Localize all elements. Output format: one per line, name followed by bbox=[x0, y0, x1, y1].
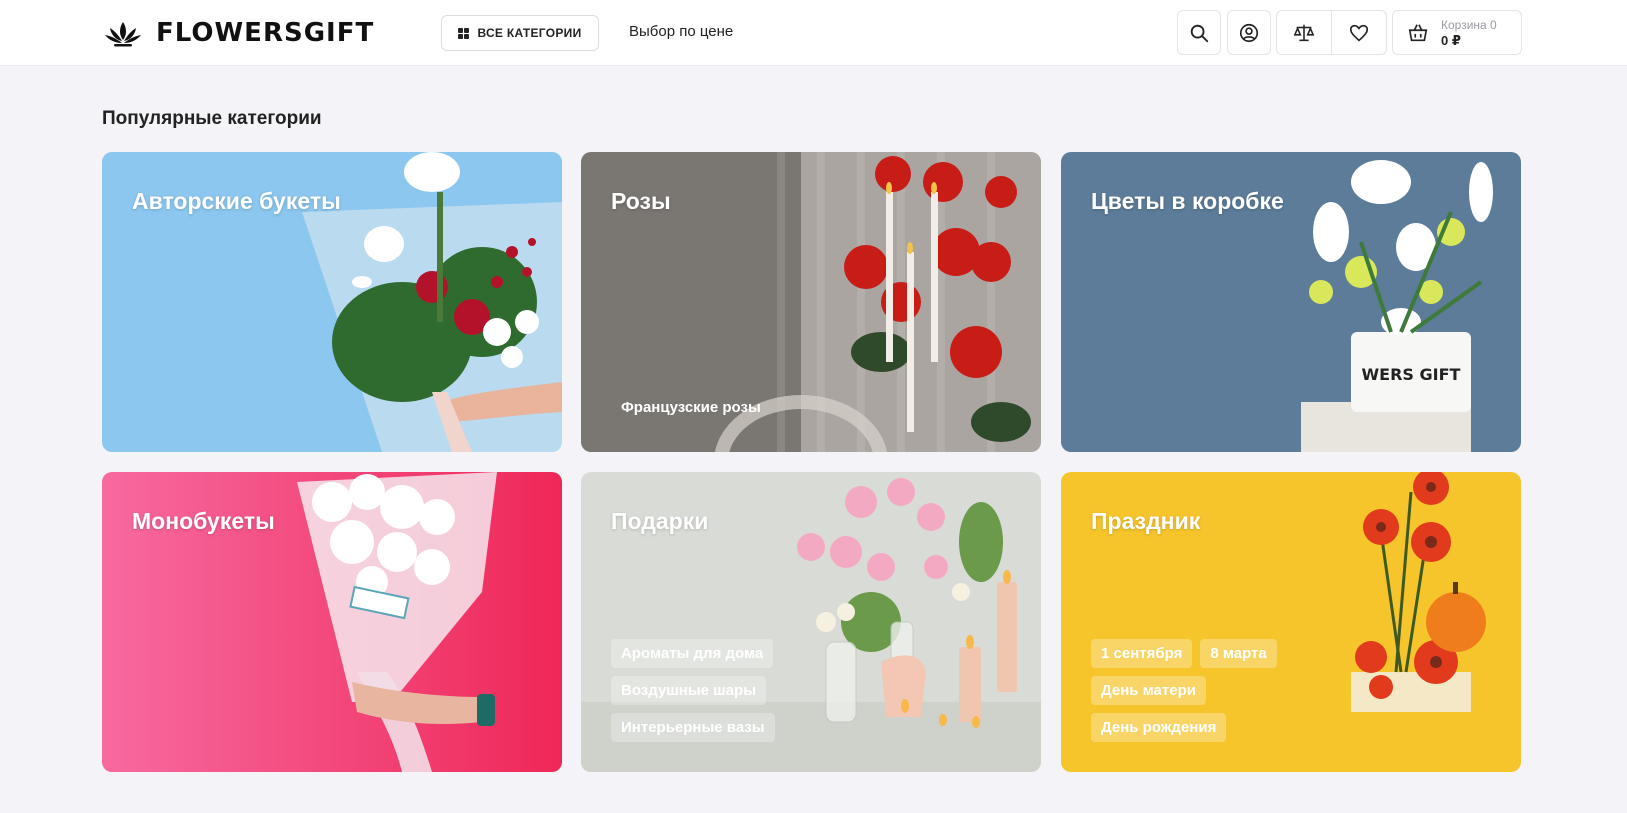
tag-balloons[interactable]: Воздушные шары bbox=[611, 676, 766, 705]
search-button[interactable] bbox=[1177, 10, 1221, 55]
tile-title: Монобукеты bbox=[132, 508, 275, 534]
all-categories-label: ВСЕ КАТЕГОРИИ bbox=[477, 26, 582, 40]
category-tile-author-bouquets[interactable]: Авторские букеты bbox=[102, 152, 562, 452]
tag-march-8[interactable]: 8 марта bbox=[1200, 639, 1277, 668]
cart-button[interactable]: Корзина 0 0 ₽ bbox=[1392, 10, 1522, 55]
site-header: FLOWERSGIFT ВСЕ КАТЕГОРИИ Выбор по цене bbox=[0, 0, 1627, 66]
logo[interactable]: FLOWERSGIFT bbox=[104, 16, 374, 50]
tag-home-fragrances[interactable]: Ароматы для дома bbox=[611, 639, 774, 668]
grid-icon bbox=[458, 27, 470, 39]
all-categories-button[interactable]: ВСЕ КАТЕГОРИИ bbox=[441, 15, 599, 51]
tag-interior-vases[interactable]: Интерьерные вазы bbox=[611, 713, 775, 742]
tag-french-roses[interactable]: Французские розы bbox=[611, 393, 771, 422]
tile-title: Праздник bbox=[1091, 508, 1201, 534]
section-title: Популярные категории bbox=[102, 108, 322, 129]
cart-total: 0 ₽ bbox=[1441, 32, 1461, 48]
tile-title: Подарки bbox=[611, 508, 709, 534]
tile-title: Авторские букеты bbox=[132, 188, 341, 214]
tile-tags: Ароматы для дома Воздушные шары Интерьер… bbox=[611, 639, 775, 742]
tile-title: Розы bbox=[611, 188, 671, 214]
category-tile-gifts[interactable]: Подарки Ароматы для дома Воздушные шары … bbox=[581, 472, 1041, 772]
box-print-text: WERS GIFT bbox=[1362, 365, 1461, 384]
favorites-button[interactable] bbox=[1332, 11, 1387, 54]
compare-icon bbox=[1293, 24, 1315, 41]
user-icon bbox=[1239, 23, 1259, 42]
tag-birthday[interactable]: День рождения bbox=[1091, 713, 1227, 742]
tag-september-1[interactable]: 1 сентября bbox=[1091, 639, 1193, 668]
heart-icon bbox=[1349, 24, 1368, 41]
tile-title: Цветы в коробке bbox=[1091, 188, 1284, 214]
lotus-logo-icon bbox=[105, 22, 141, 47]
tag-mothers-day[interactable]: День матери bbox=[1091, 676, 1206, 705]
compare-favorites-group bbox=[1276, 10, 1387, 55]
search-icon bbox=[1190, 24, 1209, 42]
price-selection-link[interactable]: Выбор по цене bbox=[629, 23, 733, 40]
tile-tags: 1 сентября 8 марта День матери День рожд… bbox=[1091, 639, 1277, 742]
cart-info: Корзина 0 0 ₽ bbox=[1441, 18, 1497, 48]
category-tile-monobouquets[interactable]: Монобукеты bbox=[102, 472, 562, 772]
basket-icon bbox=[1408, 23, 1428, 41]
category-tile-holiday[interactable]: Праздник 1 сентября 8 марта День матери … bbox=[1061, 472, 1521, 772]
compare-button[interactable] bbox=[1277, 11, 1332, 54]
tile-tags: Французские розы bbox=[611, 393, 771, 422]
category-tile-flowers-in-box[interactable]: WERS GIFT Цветы в коробке bbox=[1061, 152, 1521, 452]
category-tile-roses[interactable]: Розы Французские розы bbox=[581, 152, 1041, 452]
tag-row: 1 сентября 8 марта bbox=[1091, 639, 1277, 668]
logo-text: FLOWERSGIFT bbox=[156, 18, 375, 48]
account-button[interactable] bbox=[1227, 10, 1271, 55]
cart-count: Корзина 0 bbox=[1441, 17, 1497, 32]
